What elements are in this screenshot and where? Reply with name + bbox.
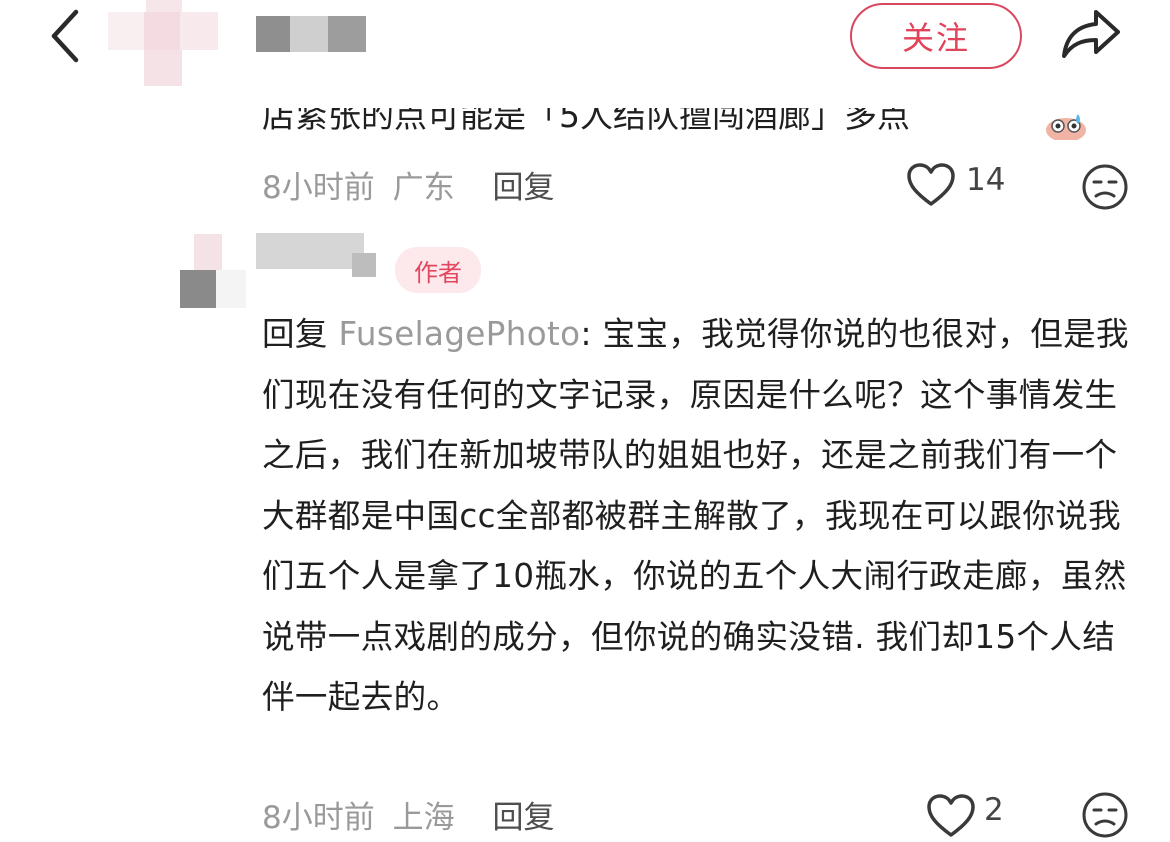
username-blurred[interactable] xyxy=(256,16,366,52)
like-count: 14 xyxy=(966,162,1006,198)
reply-meta: 8小时前 上海 回复 xyxy=(262,792,554,837)
comment-time: 8小时前 xyxy=(262,170,375,206)
reply-text: 回复 FuselagePhoto: 宝宝，我觉得你说的也很对，但是我们现在没有任… xyxy=(262,304,1134,728)
avatar[interactable] xyxy=(108,0,218,88)
comment-text-fragment: 店紧张的点可能是「5人结队擅闯酒廊」多点 xyxy=(262,108,910,135)
reply-content: : 宝宝，我觉得你说的也很对，但是我们现在没有任何的文字记录，原因是什么呢？这个… xyxy=(262,315,1129,716)
comment-meta: 8小时前 广东 回复 xyxy=(262,162,554,207)
author-badge: 作者 xyxy=(395,247,481,293)
reply-button[interactable]: 回复 xyxy=(492,170,554,206)
heart-icon xyxy=(907,163,955,206)
follow-button[interactable]: 关注 xyxy=(850,3,1022,69)
like-button[interactable] xyxy=(906,163,956,207)
like-count: 2 xyxy=(984,792,1004,828)
reply-prefix: 回复 xyxy=(262,315,328,353)
reply-location: 上海 xyxy=(392,800,455,836)
blushing-face-emoji xyxy=(1044,110,1088,142)
reply-time: 8小时前 xyxy=(262,800,375,836)
comment-location: 广东 xyxy=(392,170,455,206)
share-arrow-icon xyxy=(1062,10,1120,58)
reply-username-blurred[interactable] xyxy=(256,233,376,277)
reply-to-username[interactable]: FuselagePhoto xyxy=(339,315,581,353)
reply-avatar[interactable] xyxy=(180,234,246,308)
reply-button[interactable]: 回复 xyxy=(492,800,554,836)
heart-icon xyxy=(927,794,975,837)
like-button[interactable] xyxy=(926,794,976,838)
unhappy-face-icon xyxy=(1082,792,1128,838)
chevron-left-icon xyxy=(51,9,79,63)
dislike-button[interactable] xyxy=(1080,790,1130,840)
unhappy-face-icon xyxy=(1082,164,1128,210)
back-button[interactable] xyxy=(40,2,100,64)
dislike-button[interactable] xyxy=(1080,162,1130,212)
share-button[interactable] xyxy=(1058,6,1124,62)
